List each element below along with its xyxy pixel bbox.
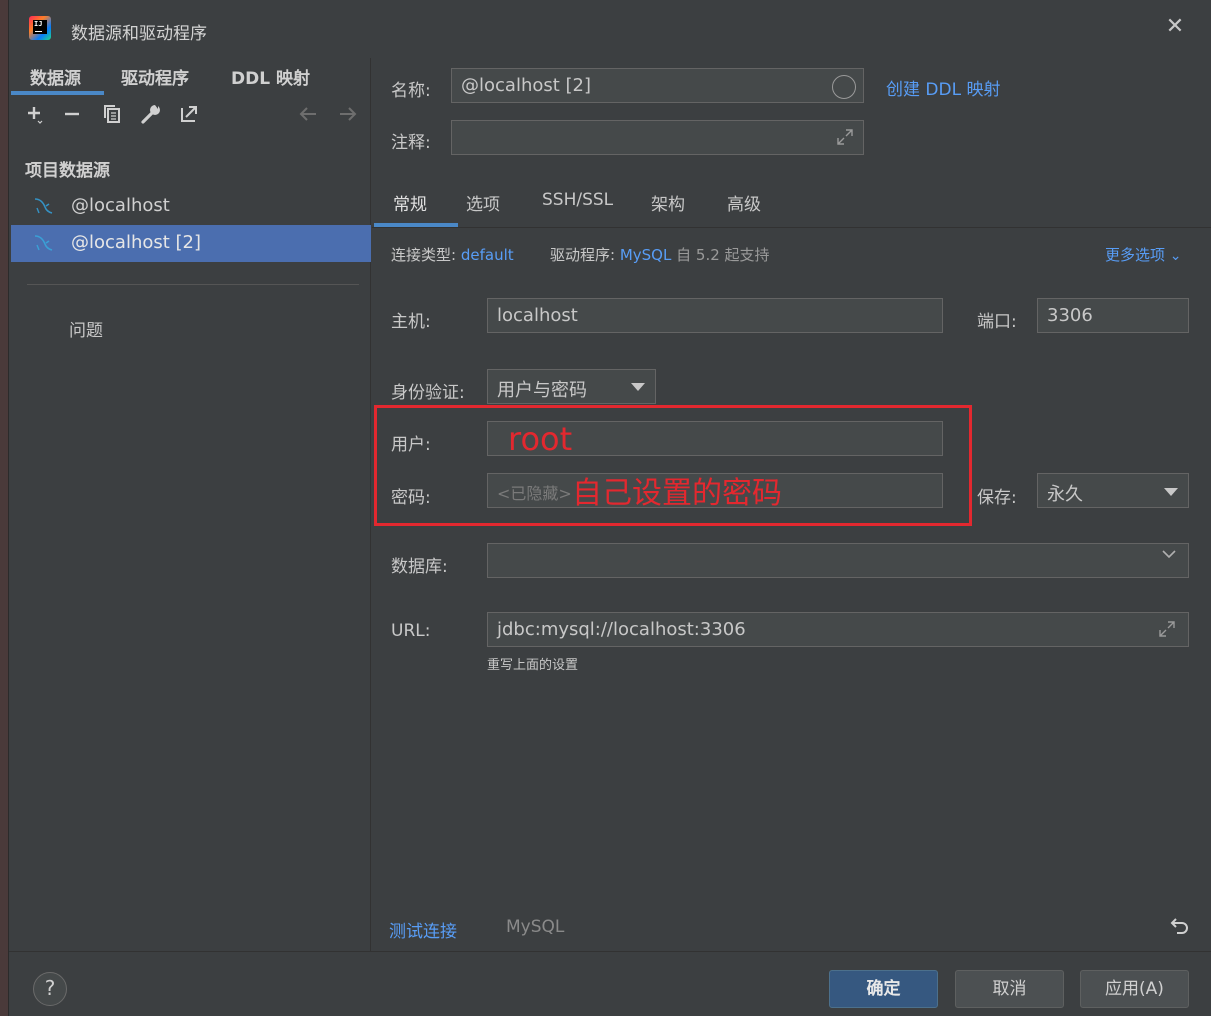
mysql-icon bbox=[33, 196, 55, 216]
annotation-user-note: root bbox=[508, 420, 573, 458]
url-override-hint: 重写上面的设置 bbox=[487, 658, 579, 673]
create-ddl-mapping-link[interactable]: 创建 DDL 映射 bbox=[886, 75, 1000, 100]
port-label: 端口: bbox=[977, 312, 1017, 332]
data-source-label: @localhost [2] bbox=[71, 232, 202, 253]
auth-select-value: 用户与密码 bbox=[497, 380, 587, 401]
back-arrow-icon[interactable] bbox=[296, 102, 320, 126]
forward-arrow-icon[interactable] bbox=[336, 102, 360, 126]
host-label: 主机: bbox=[391, 312, 431, 332]
connection-type-label: 连接类型: bbox=[391, 246, 457, 264]
divider bbox=[27, 284, 359, 285]
tab-general[interactable]: 常规 bbox=[393, 190, 427, 215]
dialog-window: IJ 数据源和驱动程序 ✕ 数据源 驱动程序 DDL 映射 项目数据源 @loc… bbox=[8, 0, 1211, 1016]
connection-type-info: 连接类型: default bbox=[391, 244, 514, 265]
dialog-footer: ? 确定 取消 应用(A) bbox=[9, 951, 1211, 1016]
expand-icon[interactable] bbox=[1158, 620, 1176, 642]
more-options-link[interactable]: 更多选项 ⌄ bbox=[1105, 244, 1182, 265]
data-source-item[interactable]: @localhost bbox=[11, 188, 371, 225]
driver-label: 驱动程序: bbox=[550, 246, 616, 264]
data-source-item-selected[interactable]: @localhost [2] bbox=[11, 225, 371, 262]
remove-icon[interactable] bbox=[60, 102, 84, 126]
problems-item[interactable]: 问题 bbox=[69, 316, 103, 341]
connection-type-value[interactable]: default bbox=[461, 246, 514, 264]
database-select[interactable] bbox=[487, 543, 1189, 578]
color-picker-icon[interactable] bbox=[832, 75, 856, 99]
driver-value[interactable]: MySQL bbox=[620, 246, 672, 264]
go-to-icon[interactable] bbox=[177, 102, 201, 126]
cancel-button[interactable]: 取消 bbox=[955, 970, 1064, 1008]
port-input[interactable]: 3306 bbox=[1037, 298, 1189, 333]
host-input[interactable]: localhost bbox=[487, 298, 943, 333]
expand-icon[interactable] bbox=[836, 128, 854, 150]
tab-ssh-ssl[interactable]: SSH/SSL bbox=[542, 190, 613, 210]
chevron-down-icon: ⌄ bbox=[1169, 248, 1182, 264]
tab-data-sources[interactable]: 数据源 bbox=[30, 64, 81, 89]
close-icon[interactable]: ✕ bbox=[1164, 16, 1186, 38]
wrench-icon[interactable] bbox=[139, 102, 163, 126]
name-label: 名称: bbox=[391, 81, 431, 101]
active-tab-indicator bbox=[11, 91, 104, 95]
tab-ddl-mappings[interactable]: DDL 映射 bbox=[231, 64, 310, 89]
url-label: URL: bbox=[391, 621, 431, 641]
apply-button[interactable]: 应用(A) bbox=[1080, 970, 1189, 1008]
driver-note: 自 5.2 起支持 bbox=[676, 246, 770, 264]
comment-input[interactable] bbox=[451, 120, 864, 155]
test-connection-link[interactable]: 测试连接 bbox=[389, 917, 457, 942]
duplicate-icon[interactable] bbox=[100, 102, 124, 126]
settings-tabs: 常规 选项 SSH/SSL 架构 高级 bbox=[372, 174, 1211, 228]
title-bar: IJ 数据源和驱动程序 ✕ bbox=[9, 0, 1211, 58]
active-tab-indicator bbox=[374, 223, 458, 227]
annotation-password-note: 自己设置的密码 bbox=[572, 476, 782, 511]
save-label: 保存: bbox=[977, 488, 1017, 508]
project-data-sources-heading: 项目数据源 bbox=[25, 161, 110, 181]
window-title: 数据源和驱动程序 bbox=[71, 24, 207, 44]
database-label: 数据库: bbox=[391, 557, 448, 577]
mysql-icon bbox=[33, 233, 55, 253]
data-source-label: @localhost bbox=[71, 195, 170, 216]
comment-label: 注释: bbox=[391, 133, 431, 153]
tab-options[interactable]: 选项 bbox=[466, 190, 500, 215]
add-icon[interactable] bbox=[23, 102, 47, 126]
intellij-app-icon: IJ bbox=[29, 16, 51, 40]
ok-button[interactable]: 确定 bbox=[829, 970, 938, 1008]
dropdown-arrow-icon bbox=[631, 383, 645, 391]
driver-info: 驱动程序: MySQL 自 5.2 起支持 bbox=[550, 244, 770, 265]
tab-schemas[interactable]: 架构 bbox=[651, 190, 685, 215]
save-select-value: 永久 bbox=[1047, 484, 1083, 505]
tab-advanced[interactable]: 高级 bbox=[727, 190, 761, 215]
left-toolbar bbox=[9, 102, 371, 132]
right-pane: 名称: @localhost [2] 创建 DDL 映射 注释: 常规 选项 S… bbox=[372, 58, 1211, 951]
left-pane: 数据源 驱动程序 DDL 映射 项目数据源 @localhost @localh… bbox=[9, 58, 371, 951]
chevron-down-icon bbox=[1160, 544, 1178, 567]
auth-label: 身份验证: bbox=[391, 383, 465, 403]
dropdown-arrow-icon bbox=[1164, 488, 1178, 496]
driver-footer-label: MySQL bbox=[506, 917, 565, 937]
name-input[interactable]: @localhost [2] bbox=[451, 68, 864, 103]
left-tabs: 数据源 驱动程序 DDL 映射 bbox=[9, 58, 371, 96]
url-input[interactable]: jdbc:mysql://localhost:3306 bbox=[487, 612, 1189, 647]
revert-icon[interactable] bbox=[1168, 914, 1192, 938]
more-options-label: 更多选项 bbox=[1105, 246, 1166, 264]
help-button[interactable]: ? bbox=[33, 972, 67, 1006]
tab-drivers[interactable]: 驱动程序 bbox=[121, 64, 189, 89]
